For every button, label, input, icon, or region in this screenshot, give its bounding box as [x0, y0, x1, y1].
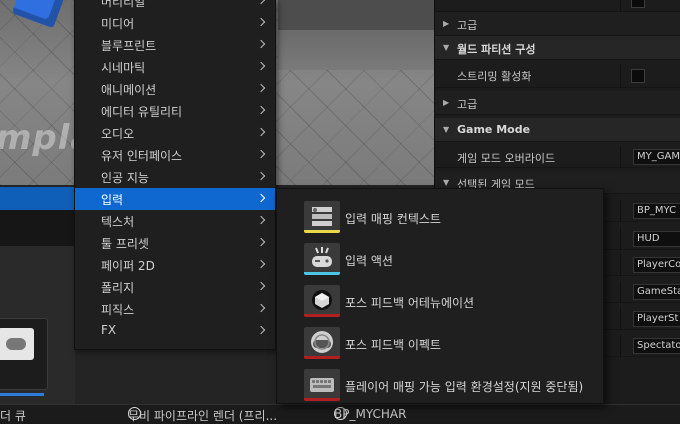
input-action-icon	[304, 243, 340, 275]
submenu-item-label: 포스 피드백 이펙트	[345, 338, 441, 352]
submenu-item-label: 입력 매핑 컨텍스트	[345, 212, 441, 226]
menu-item-0[interactable]: 머티리얼	[75, 0, 275, 12]
submenu-item-1[interactable]: 입력 액션	[277, 238, 603, 280]
collapse-arrow-icon: ▼	[443, 178, 450, 187]
asset-type-color-bar	[0, 393, 44, 396]
collapse-arrow-icon: ▼	[443, 43, 450, 52]
menu-item-label: 페이퍼 2D	[101, 259, 155, 273]
submenu-item-label: 입력 액션	[345, 254, 393, 268]
force-feedback-attenuation-icon	[304, 285, 340, 317]
asset-type-color-bar	[304, 230, 340, 233]
menu-item-label: 시네마틱	[101, 61, 146, 75]
chevron-right-icon	[257, 300, 267, 316]
chevron-right-icon	[257, 190, 267, 206]
player-state-dropdown[interactable]: PlayerSt	[633, 311, 680, 327]
world-partition-section-header[interactable]: ▼ 월드 파티션 구성	[435, 36, 680, 60]
advanced-expander-1[interactable]: ▶ 고급	[435, 12, 680, 36]
game-mode-section-header[interactable]: ▼ Game Mode	[435, 118, 680, 142]
menu-item-label: 인공 지능	[101, 171, 149, 185]
menu-item-10[interactable]: 텍스처	[75, 210, 275, 232]
menu-item-14[interactable]: 피직스	[75, 298, 275, 320]
viewport-wall	[278, 0, 434, 30]
menu-item-label: 미디어	[101, 17, 135, 31]
asset-type-color-bar	[304, 314, 340, 317]
content-browser-toolbar	[0, 210, 75, 246]
menu-item-11[interactable]: 툴 프리셋	[75, 232, 275, 254]
input-submenu: 입력 매핑 컨텍스트입력 액션포스 피드백 어테뉴에이션포스 피드백 이펙트플레…	[276, 188, 604, 404]
chevron-right-icon	[257, 124, 267, 140]
game-mode-override-row: 게임 모드 오버라이드 MY_GAM	[435, 146, 680, 168]
submenu-item-label: 플레이어 매핑 가능 입력 환경설정(지원 중단됨)	[345, 380, 584, 394]
chevron-right-icon	[257, 322, 267, 338]
menu-item-label: 피직스	[101, 303, 135, 317]
submenu-item-3[interactable]: 포스 피드백 이펙트	[277, 322, 603, 364]
viewport-wall-face	[278, 30, 434, 70]
submenu-item-4[interactable]: 플레이어 매핑 가능 입력 환경설정(지원 중단됨)	[277, 364, 603, 406]
menu-item-3[interactable]: 시네마틱	[75, 56, 275, 78]
menu-item-label: 툴 프리셋	[101, 237, 149, 251]
chevron-right-icon	[257, 102, 267, 118]
chevron-right-icon	[257, 256, 267, 272]
chevron-right-icon	[257, 58, 267, 74]
chevron-right-icon	[257, 212, 267, 228]
menu-item-label: 입력	[101, 193, 124, 207]
menu-item-13[interactable]: 폴리지	[75, 276, 275, 298]
checkbox[interactable]	[631, 0, 645, 8]
streaming-enabled-row: 스트리밍 활성화	[435, 64, 680, 88]
menu-item-15[interactable]: FX	[75, 320, 275, 342]
menu-item-5[interactable]: 에디터 유틸리티	[75, 100, 275, 122]
menu-item-label: 오디오	[101, 127, 135, 141]
asset-category-menu: 머티리얼미디어블루프린트시네마틱애니메이션에디터 유틸리티오디오유저 인터페이스…	[74, 0, 276, 350]
menu-item-12[interactable]: 페이퍼 2D	[75, 254, 275, 276]
asset-type-color-bar	[304, 272, 340, 275]
input-mapping-context-icon	[304, 201, 340, 233]
gamepad-asset-icon	[0, 328, 34, 360]
submenu-item-2[interactable]: 포스 피드백 어테뉴에이션	[277, 280, 603, 322]
menu-item-label: 텍스처	[101, 215, 135, 229]
menu-item-2[interactable]: 블루프린트	[75, 34, 275, 56]
hud-class-dropdown[interactable]: HUD	[633, 231, 680, 247]
menu-item-8[interactable]: 인공 지능	[75, 166, 275, 188]
menu-item-label: 블루프린트	[101, 39, 157, 53]
asset-type-color-bar	[304, 356, 340, 359]
menu-item-9[interactable]: 입력	[75, 188, 275, 210]
pawn-class-dropdown[interactable]: BP_MYC	[633, 203, 680, 219]
menu-item-label: 애니메이션	[101, 83, 157, 97]
game-state-dropdown[interactable]: GameSta	[633, 284, 680, 300]
chevron-right-icon	[257, 36, 267, 52]
menu-item-4[interactable]: 애니메이션	[75, 78, 275, 100]
spectator-class-dropdown[interactable]: Spectato	[633, 338, 680, 354]
menu-item-7[interactable]: 유저 인터페이스	[75, 144, 275, 166]
player-mappable-input-config-icon	[304, 369, 340, 401]
chevron-right-icon	[257, 234, 267, 250]
player-controller-dropdown[interactable]: PlayerCo	[633, 257, 680, 273]
expand-arrow-icon: ▶	[443, 19, 450, 28]
menu-item-label: 머티리얼	[101, 0, 146, 9]
blue-cube-actor	[11, 0, 69, 29]
menu-item-6[interactable]: 오디오	[75, 122, 275, 144]
streaming-enabled-checkbox[interactable]	[631, 69, 645, 83]
menu-item-label: FX	[101, 323, 117, 337]
submenu-item-label: 포스 피드백 어테뉴에이션	[345, 296, 475, 310]
expand-arrow-icon: ▶	[443, 98, 450, 107]
menu-item-label: 유저 인터페이스	[101, 149, 183, 163]
menu-item-1[interactable]: 미디어	[75, 12, 275, 34]
chevron-right-icon	[257, 278, 267, 294]
chevron-right-icon	[257, 14, 267, 30]
chevron-right-icon	[257, 80, 267, 96]
details-row-partial	[435, 0, 680, 12]
content-browser-selected-row[interactable]	[0, 187, 75, 210]
menu-item-label: 폴리지	[101, 281, 135, 295]
collapse-arrow-icon: ▼	[443, 125, 450, 134]
submenu-item-0[interactable]: 입력 매핑 컨텍스트	[277, 196, 603, 238]
chevron-right-icon	[257, 146, 267, 162]
bottom-tab-bar: 더 큐 무비 파이프라인 렌더 (프리... BP_MYCHAR	[0, 404, 680, 423]
chevron-right-icon	[257, 0, 267, 8]
menu-item-label: 에디터 유틸리티	[101, 105, 183, 119]
chevron-right-icon	[257, 168, 267, 184]
advanced-expander-2[interactable]: ▶ 고급	[435, 91, 680, 115]
asset-type-color-bar	[304, 398, 340, 401]
force-feedback-effect-icon	[304, 327, 340, 359]
game-mode-override-dropdown[interactable]: MY_GAM	[633, 149, 680, 165]
